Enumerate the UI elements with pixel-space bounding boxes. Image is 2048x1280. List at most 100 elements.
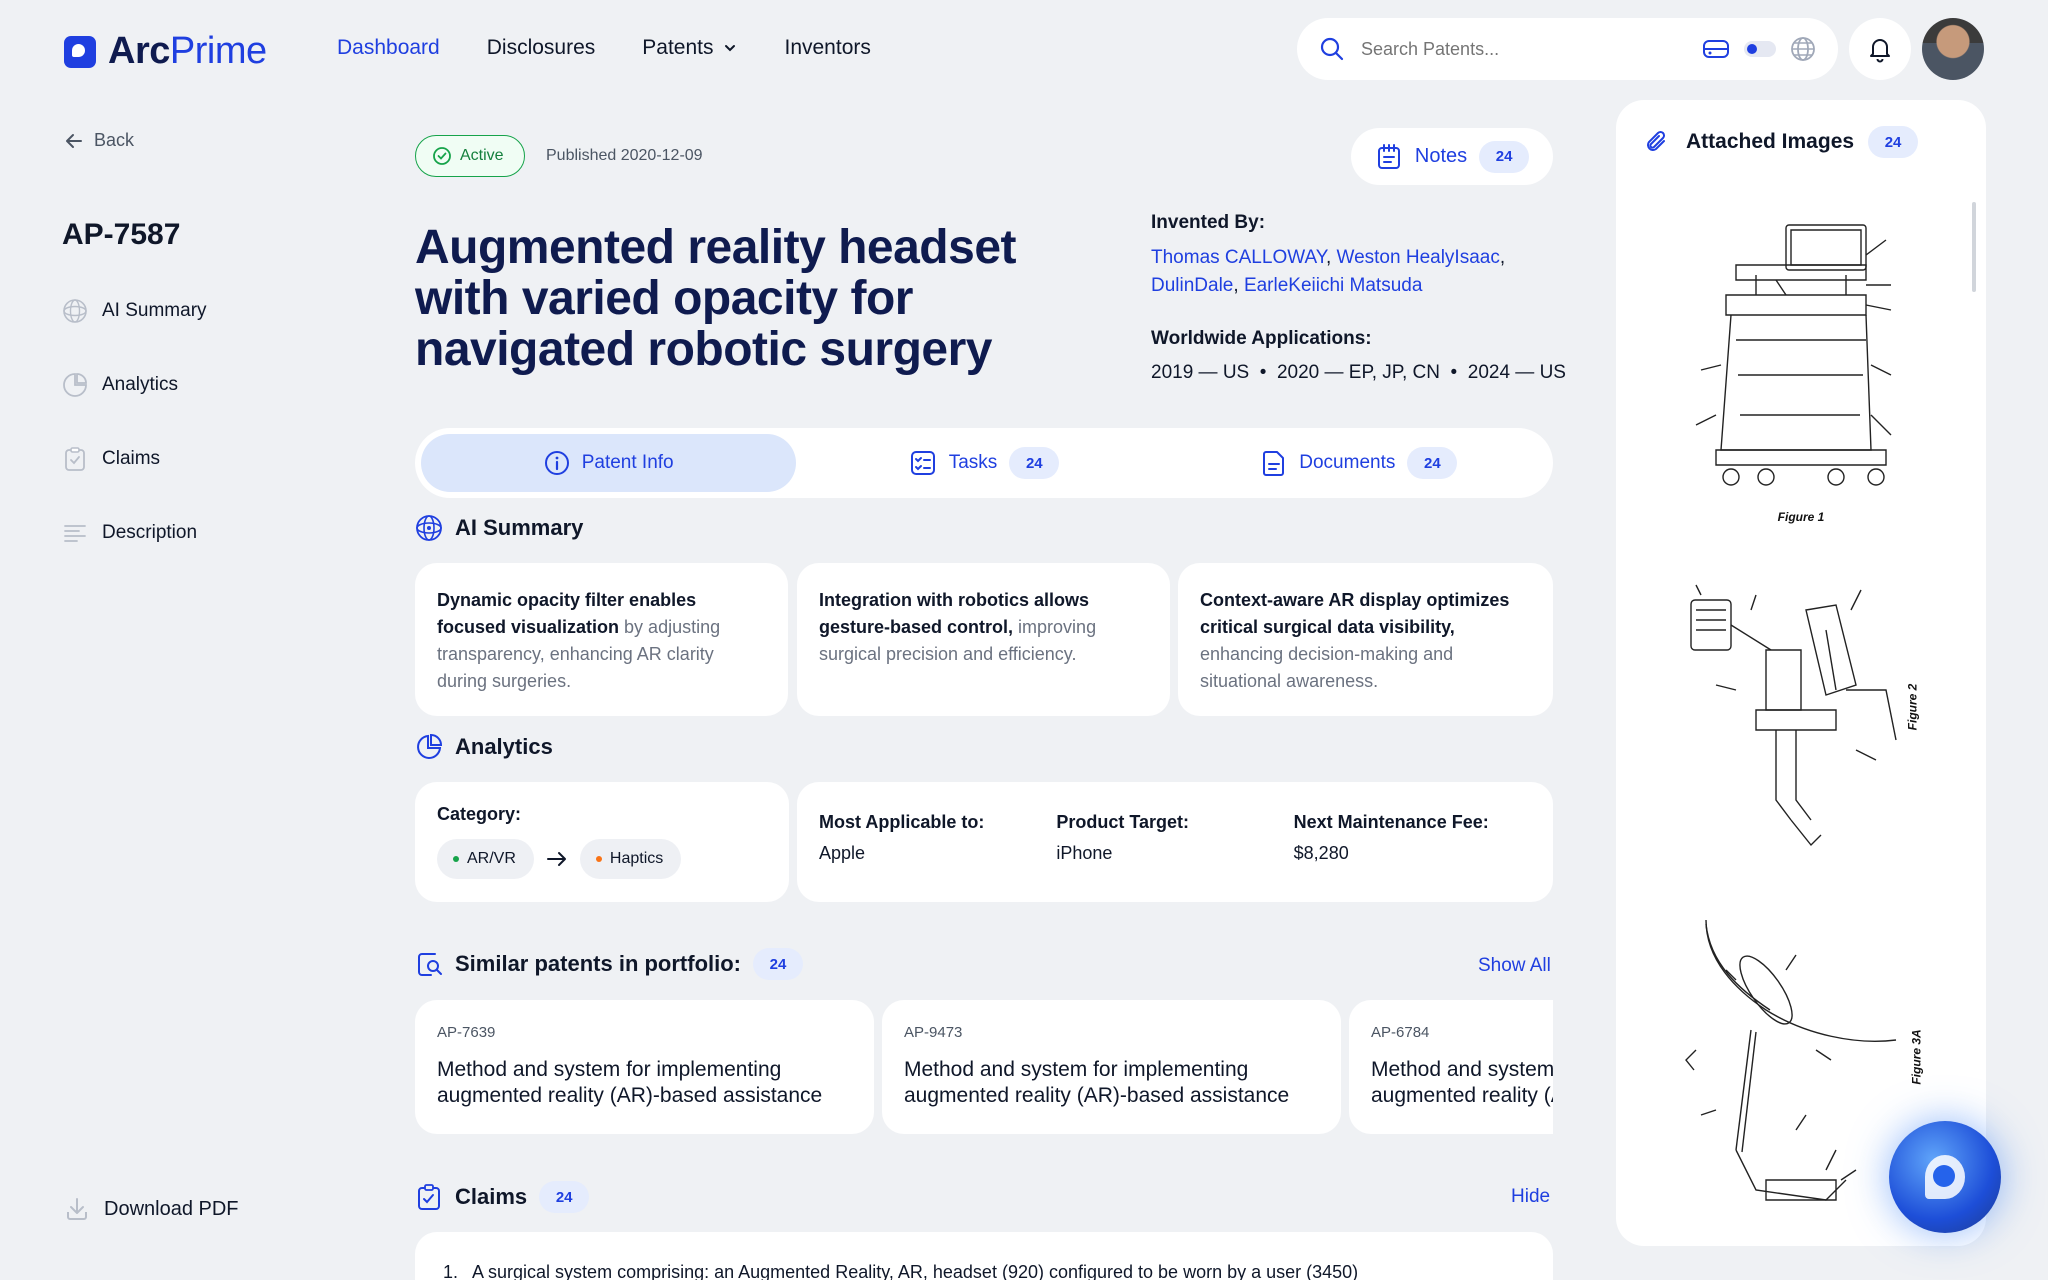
arrow-left-icon bbox=[66, 133, 82, 148]
ai-summary-card: Context-aware AR display optimizes criti… bbox=[1178, 563, 1553, 716]
arrow-right-icon bbox=[546, 852, 566, 866]
sidebar-item-label: Description bbox=[102, 522, 198, 543]
clipboard-check-icon bbox=[65, 447, 85, 471]
tasks-count-badge: 24 bbox=[1009, 447, 1060, 479]
download-icon bbox=[67, 1198, 87, 1220]
inventor-link[interactable]: Thomas CALLOWAY bbox=[1151, 247, 1326, 268]
analytics-column: Most Applicable to: Apple bbox=[819, 812, 1056, 872]
pie-chart-icon bbox=[63, 373, 87, 397]
similar-patent-id: AP-7639 bbox=[437, 1024, 496, 1041]
sidebar-item-label: AI Summary bbox=[102, 300, 207, 321]
orange-dot-icon bbox=[595, 856, 602, 862]
search-mode-toggle[interactable] bbox=[1744, 41, 1776, 57]
tab-documents[interactable]: Documents 24 bbox=[1172, 434, 1547, 492]
claims-count-badge: 24 bbox=[539, 1181, 590, 1213]
sidebar-item-ai-summary[interactable]: AI Summary bbox=[62, 298, 207, 324]
notes-button[interactable]: Notes 24 bbox=[1351, 128, 1553, 185]
similar-patent-title-line1: Method and system for implementing bbox=[437, 1058, 782, 1081]
analytics-details-card: Most Applicable to: Apple Product Target… bbox=[797, 782, 1553, 902]
back-link[interactable]: Back bbox=[64, 130, 134, 151]
text-lines-icon bbox=[64, 525, 86, 542]
search-tools bbox=[1702, 36, 1816, 62]
globe-icon[interactable] bbox=[1790, 36, 1816, 62]
assistant-chat-icon bbox=[1925, 1155, 1965, 1199]
similar-patent-id: AP-6784 bbox=[1371, 1024, 1430, 1041]
chevron-down-icon bbox=[725, 45, 736, 52]
documents-count-badge: 24 bbox=[1407, 447, 1458, 479]
worldwide-applications: 2019 — US • 2020 — EP, JP, CN • 2024 — U… bbox=[1151, 362, 1566, 383]
brand-name-part1: Arc bbox=[108, 30, 170, 72]
ai-assistant-button[interactable] bbox=[1889, 1121, 2001, 1233]
analytics-label: Next Maintenance Fee: bbox=[1293, 812, 1489, 832]
similar-patents-carousel[interactable]: AP-7639 Method and system for implementi… bbox=[415, 1000, 1553, 1134]
status-badge: Active bbox=[415, 135, 525, 177]
nav-patents[interactable]: Patents bbox=[642, 36, 737, 60]
similar-patent-card[interactable]: AP-6784 Method and system for implementi… bbox=[1349, 1000, 1553, 1134]
summary-highlight: Context-aware AR display optimizes criti… bbox=[1200, 590, 1510, 637]
document-icon bbox=[1263, 451, 1285, 476]
notes-label: Notes bbox=[1414, 145, 1468, 167]
analytics-column: Next Maintenance Fee: $8,280 bbox=[1294, 812, 1531, 872]
inventor-link[interactable]: EarleKeiichi Matsuda bbox=[1244, 275, 1422, 296]
attached-images-heading: Attached Images 24 bbox=[1644, 126, 1919, 158]
analytics-value: $8,280 bbox=[1293, 843, 1349, 863]
inventor-link[interactable]: Weston HealyIsaac bbox=[1337, 247, 1500, 268]
database-icon[interactable] bbox=[1702, 37, 1730, 61]
inventor-list: Thomas CALLOWAY, Weston HealyIsaac, Duli… bbox=[1151, 247, 1506, 296]
sidebar-item-claims[interactable]: Claims bbox=[62, 446, 207, 472]
summary-text: enhancing decision-making and situationa… bbox=[1200, 644, 1454, 691]
figure-caption: Figure 3A bbox=[1909, 1029, 1924, 1085]
user-avatar[interactable] bbox=[1922, 18, 1984, 80]
tab-tasks[interactable]: Tasks 24 bbox=[796, 434, 1171, 492]
category-chip-from[interactable]: AR/VR bbox=[437, 839, 534, 879]
download-pdf-button[interactable]: Download PDF bbox=[64, 1196, 239, 1222]
similar-patent-card[interactable]: AP-7639 Method and system for implementi… bbox=[415, 1000, 874, 1134]
analytics-label: Product Target: bbox=[1056, 812, 1189, 832]
section-title: Analytics bbox=[455, 734, 553, 759]
back-label: Back bbox=[94, 130, 135, 150]
show-all-link[interactable]: Show All bbox=[1478, 955, 1551, 977]
main-nav: Dashboard Disclosures Patents Inventors bbox=[337, 36, 871, 60]
category-chip-to[interactable]: Haptics bbox=[579, 839, 682, 879]
nav-patents-label: Patents bbox=[642, 36, 714, 59]
tab-label: Tasks bbox=[948, 452, 998, 473]
brand-logo[interactable]: ArcPrime bbox=[64, 30, 267, 73]
figure-caption: Figure 2 bbox=[1905, 683, 1920, 731]
images-scrollbar[interactable] bbox=[1972, 202, 1976, 292]
figure-caption: Figure 1 bbox=[1777, 510, 1825, 524]
analytics-heading: Analytics bbox=[415, 733, 553, 761]
brand-name-part2: Prime bbox=[169, 30, 267, 72]
page-title: Augmented reality headset with varied op… bbox=[415, 221, 1017, 376]
search-bar bbox=[1297, 18, 1838, 80]
notifications-button[interactable] bbox=[1849, 18, 1911, 80]
nav-dashboard[interactable]: Dashboard bbox=[337, 36, 440, 60]
sidebar-item-analytics[interactable]: Analytics bbox=[62, 372, 207, 398]
atom-icon bbox=[416, 515, 442, 541]
tab-label: Patent Info bbox=[581, 452, 674, 473]
clipboard-check-icon bbox=[418, 1184, 440, 1210]
logo-mark-icon bbox=[64, 35, 96, 68]
similar-patent-id: AP-9473 bbox=[904, 1024, 963, 1041]
patent-figure-2[interactable]: Figure 2 bbox=[1676, 570, 1926, 865]
paperclip-icon bbox=[1647, 130, 1666, 151]
nav-inventors[interactable]: Inventors bbox=[784, 36, 870, 60]
category-label: Category: bbox=[437, 804, 522, 824]
sidebar-item-description[interactable]: Description bbox=[62, 520, 207, 546]
published-date: Published 2020-12-09 bbox=[546, 147, 703, 164]
section-title: Attached Images bbox=[1686, 130, 1855, 153]
green-dot-icon bbox=[453, 856, 459, 862]
tab-patent-info[interactable]: Patent Info bbox=[421, 434, 797, 492]
patent-figure-1[interactable]: Figure 1 bbox=[1676, 215, 1926, 524]
hide-claims-link[interactable]: Hide bbox=[1511, 1186, 1550, 1208]
similar-patent-title-line2: augmented reality (AR)-based assistance bbox=[1371, 1084, 1553, 1107]
patent-figure-3a[interactable]: Figure 3A bbox=[1676, 910, 1926, 1235]
nav-disclosures[interactable]: Disclosures bbox=[487, 36, 596, 60]
inventor-link[interactable]: DulinDale bbox=[1151, 275, 1233, 296]
similar-patent-title-line1: Method and system for implementing bbox=[904, 1058, 1249, 1081]
notes-count-badge: 24 bbox=[1479, 140, 1530, 173]
claim-item: 1. A surgical system comprising: an Augm… bbox=[443, 1262, 1359, 1280]
similar-patent-title-line1: Method and system for implementing bbox=[1371, 1058, 1553, 1081]
similar-patent-card[interactable]: AP-9473 Method and system for implementi… bbox=[882, 1000, 1341, 1134]
search-input[interactable] bbox=[1361, 38, 1681, 60]
ai-summary-card: Integration with robotics allows gesture… bbox=[797, 563, 1170, 716]
